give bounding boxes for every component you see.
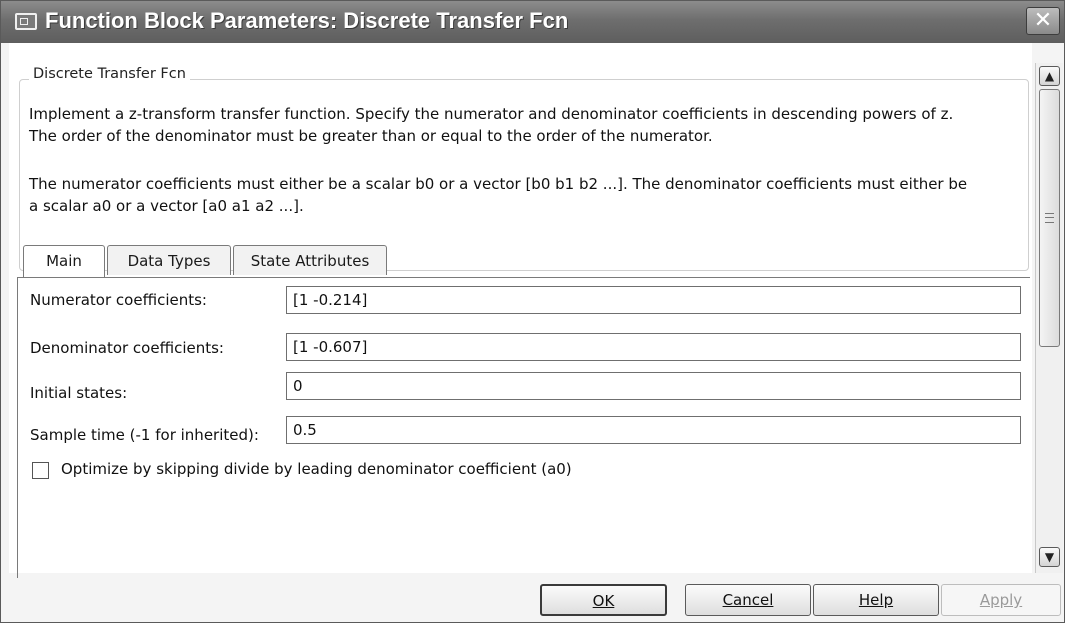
tab-main[interactable]: Main (23, 245, 105, 278)
window-title: Function Block Parameters: Discrete Tran… (45, 8, 569, 33)
denominator-label: Denominator coefficients: (30, 339, 224, 357)
sample-time-field[interactable]: 0.5 (286, 416, 1021, 444)
numerator-coefficients-field[interactable]: [1 -0.214] (286, 286, 1021, 314)
cancel-button-label: Cancel (722, 591, 774, 609)
description-line-3: The numerator coefficients must either b… (29, 175, 968, 193)
scroll-down-button[interactable]: ▼ (1039, 547, 1060, 567)
vertical-scrollbar[interactable]: ▲ ▼ (1035, 63, 1063, 573)
ok-button[interactable]: OK (540, 584, 667, 616)
cancel-button[interactable]: Cancel (685, 584, 811, 616)
help-button[interactable]: Help (813, 584, 939, 616)
initial-states-label: Initial states: (30, 384, 128, 402)
chevron-down-icon: ▼ (1044, 550, 1055, 564)
apply-button[interactable]: Apply (941, 584, 1061, 616)
block-dialog-icon (15, 13, 37, 30)
description-line-1: Implement a z-transform transfer functio… (29, 105, 954, 123)
ok-button-label: OK (592, 592, 615, 610)
numerator-label: Numerator coefficients: (30, 291, 207, 309)
sample-time-label: Sample time (-1 for inherited): (30, 426, 259, 444)
description-group-title: Discrete Transfer Fcn (29, 66, 190, 82)
tab-data-types[interactable]: Data Types (107, 245, 231, 275)
close-button[interactable]: ✕ (1026, 7, 1060, 35)
description-line-4: a scalar a0 or a vector [a0 a1 a2 ...]. (29, 197, 304, 215)
chevron-up-icon: ▲ (1044, 69, 1055, 83)
grip-icon (1045, 213, 1054, 223)
optimize-checkbox[interactable] (32, 462, 49, 479)
help-button-label: Help (858, 591, 894, 609)
scroll-up-button[interactable]: ▲ (1039, 66, 1060, 86)
scrollbar-thumb[interactable] (1039, 89, 1060, 347)
apply-button-label: Apply (979, 591, 1023, 609)
description-line-2: The order of the denominator must be gre… (29, 127, 713, 145)
dialog-window: Function Block Parameters: Discrete Tran… (0, 0, 1065, 623)
optimize-checkbox-label[interactable]: Optimize by skipping divide by leading d… (61, 460, 572, 478)
initial-states-field[interactable]: 0 (286, 372, 1021, 400)
close-icon: ✕ (1033, 8, 1053, 33)
title-bar[interactable]: Function Block Parameters: Discrete Tran… (1, 1, 1064, 43)
tab-state-attributes[interactable]: State Attributes (233, 245, 387, 275)
dialog-content: Discrete Transfer Fcn Implement a z-tran… (9, 43, 1032, 578)
denominator-coefficients-field[interactable]: [1 -0.607] (286, 333, 1021, 361)
